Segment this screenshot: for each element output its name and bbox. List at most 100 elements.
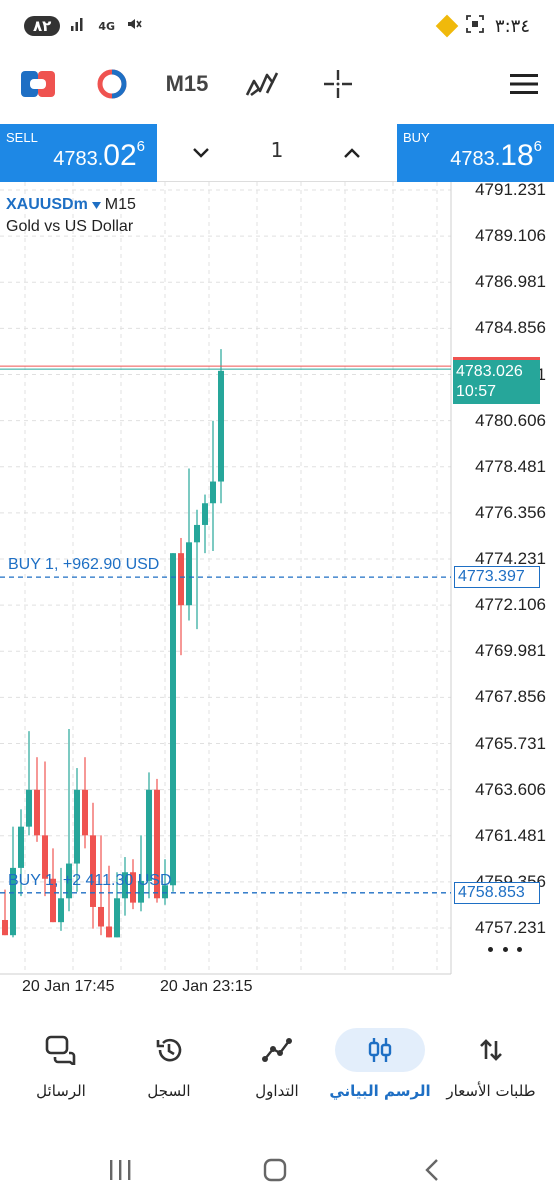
clock: ٣:٣٤ — [494, 15, 530, 37]
sell-label: SELL — [6, 130, 38, 145]
candle-bear — [34, 789, 40, 836]
candle-bull — [74, 789, 80, 864]
time-axis-label: 20 Jan 17:45 — [22, 978, 115, 995]
objects-icon — [245, 72, 279, 97]
messages-icon — [16, 1028, 106, 1072]
signal-icon — [70, 16, 88, 36]
chevron-down-icon — [193, 148, 209, 158]
crosshair-icon — [324, 70, 352, 98]
more-options-button[interactable] — [488, 934, 522, 964]
mute-icon — [125, 15, 143, 37]
chevron-up-icon — [344, 148, 360, 158]
y-tick-label: 4761.481 — [475, 825, 546, 845]
history-icon — [124, 1028, 214, 1072]
time-axis-label: 20 Jan 23:15 — [160, 978, 253, 995]
nav-label: الرسائل — [36, 1082, 86, 1100]
quantity-value[interactable]: 1 — [257, 138, 297, 162]
network-type: 4G — [98, 19, 115, 33]
sell-price: 4783.026 — [53, 138, 145, 173]
current-price-tag: 4783.026 10:57 — [453, 357, 540, 405]
candle-bear — [178, 553, 184, 606]
buy-price-sup: 6 — [533, 138, 542, 155]
recent-apps-icon — [110, 1160, 131, 1180]
candle-bull — [114, 898, 120, 938]
candle-bull — [26, 789, 32, 827]
nav-label: الرسم البياني — [329, 1082, 431, 1100]
recent-apps-button[interactable] — [100, 1150, 140, 1190]
one-click-trading-icon — [21, 71, 55, 97]
sell-price-main: 4783. — [53, 148, 104, 170]
position-price-tag: 4773.397 — [454, 566, 540, 589]
system-navigation-bar — [0, 1140, 554, 1200]
caret-down-icon[interactable] — [91, 201, 101, 209]
position-label: BUY 1, +2 411.30 USD — [8, 871, 172, 889]
nav-label: التداول — [255, 1082, 299, 1100]
dot — [502, 946, 508, 952]
nav-label: السجل — [147, 1082, 191, 1100]
back-button[interactable] — [412, 1150, 452, 1190]
buy-button[interactable]: BUY 4783.186 — [397, 124, 554, 182]
indicators-button[interactable] — [92, 58, 132, 110]
candle-bear — [82, 789, 88, 836]
menu-icon — [510, 74, 538, 94]
buy-price-main: 4783. — [450, 148, 501, 170]
buy-price-big: 18 — [500, 139, 534, 172]
status-bar: ٨٢ 4G ٣:٣٤ — [0, 0, 554, 52]
decrease-quantity-button[interactable] — [184, 136, 218, 170]
symbol-timeframe: M15 — [104, 196, 136, 213]
candle-bull — [18, 826, 24, 868]
timeframe-selector[interactable]: M15 — [160, 58, 214, 110]
price-chart[interactable]: XAUUSDm M15 Gold vs US Dollar 4791.231 47… — [0, 180, 554, 1002]
y-tick-label: 4776.356 — [475, 502, 546, 522]
position-label: BUY 1, +962.90 USD — [8, 556, 160, 574]
one-click-trading-button[interactable] — [18, 58, 58, 110]
candle-bull — [146, 789, 152, 881]
y-tick-label: 4778.481 — [475, 456, 546, 476]
candle-bull — [170, 553, 176, 886]
candle-bull — [210, 481, 216, 504]
quantity-stepper: 1 — [157, 124, 397, 182]
candle-bull — [58, 898, 64, 923]
screenshot-icon — [465, 14, 485, 39]
nav-item-history[interactable]: السجل — [114, 1020, 224, 1120]
timeframe-label: M15 — [165, 71, 209, 96]
menu-button[interactable] — [504, 58, 544, 110]
candle-bear — [98, 906, 104, 927]
y-tick-label: 4789.106 — [475, 226, 546, 246]
candle-bear — [2, 919, 8, 936]
binance-app-icon — [435, 14, 459, 38]
back-icon — [425, 1159, 438, 1181]
sell-button[interactable]: SELL 4783.026 — [0, 124, 157, 182]
chart-toolbar: M15 — [0, 58, 554, 110]
y-tick-label: 4791.231 — [475, 180, 546, 199]
dot — [517, 946, 522, 952]
candle-bull — [218, 370, 224, 482]
nav-item-messages[interactable]: الرسائل — [6, 1020, 116, 1120]
trade-line-icon — [232, 1028, 322, 1072]
nav-item-quotes-arrows[interactable]: طلبات الأسعار — [436, 1020, 546, 1120]
increase-quantity-button[interactable] — [335, 136, 369, 170]
sell-price-big: 02 — [103, 139, 137, 172]
candle-bull — [186, 542, 192, 606]
nav-item-trade-line[interactable]: التداول — [222, 1020, 332, 1120]
bottom-navigation: طلبات الأسعار الرسم البياني التداول السجل ال… — [0, 1020, 554, 1120]
battery-indicator: ٨٢ — [24, 16, 61, 36]
candle-bull — [202, 503, 208, 525]
symbol-name[interactable]: XAUUSDm — [6, 196, 88, 214]
y-tick-label: 4763.606 — [475, 779, 546, 799]
y-tick-label: 4772.106 — [475, 595, 546, 615]
nav-item-chart-candles[interactable]: الرسم البياني — [325, 1020, 435, 1120]
trade-panel: SELL 4783.026 1 BUY 4783.186 — [0, 124, 554, 182]
sell-price-sup: 6 — [136, 138, 145, 155]
objects-button[interactable] — [240, 58, 284, 110]
home-button[interactable] — [255, 1150, 295, 1190]
home-icon — [263, 1158, 287, 1182]
symbol-header: XAUUSDm M15 — [6, 196, 136, 214]
buy-price: 4783.186 — [450, 138, 542, 173]
dot — [488, 946, 493, 952]
y-tick-label: 4769.981 — [475, 641, 546, 661]
crosshair-button[interactable] — [318, 58, 358, 110]
y-tick-label: 4767.856 — [475, 687, 546, 707]
candle-bull — [194, 524, 200, 543]
position-price-tag: 4758.853 — [454, 881, 540, 904]
